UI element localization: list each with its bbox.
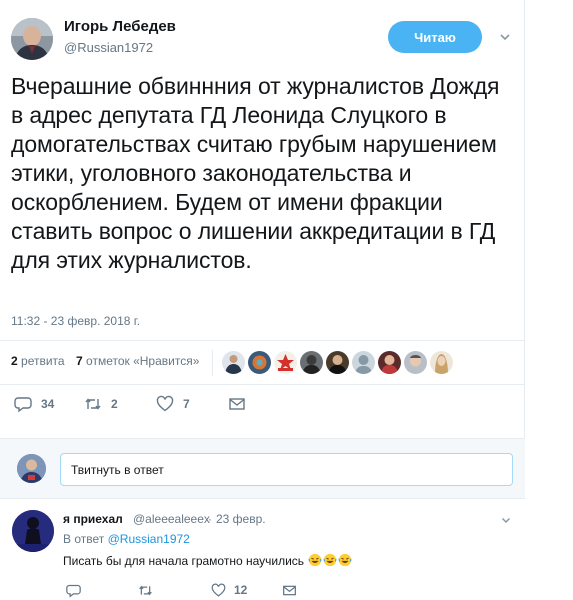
reply-text: Писать бы для начала грамотно научились [63, 553, 352, 568]
liker-avatar[interactable] [352, 351, 375, 374]
chevron-down-icon[interactable] [500, 513, 512, 525]
reply-count: 34 [41, 397, 55, 411]
tweet-timestamp[interactable]: 11:32 - 23 февр. 2018 г. [11, 314, 140, 328]
envelope-icon [229, 398, 245, 410]
reply-author-avatar[interactable] [12, 510, 54, 552]
reply-author-handle[interactable]: @aleeealeeex [133, 512, 210, 526]
separator-dot: · [208, 512, 212, 526]
reply-icon [14, 397, 32, 413]
laughing-tears-emoji-icon [338, 553, 352, 567]
liker-avatar[interactable] [430, 351, 453, 374]
retweet-stat-count: 2 [11, 354, 18, 368]
author-handle[interactable]: @Russian1972 [64, 40, 153, 55]
liker-avatar[interactable] [248, 351, 271, 374]
reply-direct-message-button[interactable] [282, 581, 297, 599]
tweet-text: Вчерашние обвиннния от журналистов Дождя… [11, 73, 500, 273]
laughing-tears-emoji-icon [323, 553, 337, 567]
reply-author-name[interactable]: я приехал [63, 512, 123, 526]
liker-avatar[interactable] [378, 351, 401, 374]
direct-message-button[interactable] [228, 392, 246, 416]
reply-retweet-button[interactable] [138, 581, 161, 599]
laughing-tears-emoji-icon [308, 553, 322, 567]
like-stat-count: 7 [76, 354, 83, 368]
liker-avatar[interactable] [300, 351, 323, 374]
tweet-actions: 34 2 7 [0, 392, 525, 416]
reply-date[interactable]: 23 февр. [216, 512, 266, 526]
reply-like-count: 12 [234, 583, 248, 597]
reply-composer: Твитнуть в ответ [0, 438, 525, 499]
retweet-icon [139, 585, 152, 595]
like-button[interactable]: 7 [156, 392, 190, 416]
retweet-icon [85, 398, 101, 410]
tweet-stats: 2 ретвита 7 отметок «Нравится» [0, 340, 525, 385]
follow-button[interactable]: Читаю [388, 21, 482, 53]
tweet-card: Игорь Лебедев @Russian1972 Читаю Вчерашн… [0, 0, 525, 438]
retweet-stat-label: ретвита [21, 354, 65, 368]
in-reply-handle-link[interactable]: @Russian1972 [108, 532, 190, 546]
like-count: 7 [183, 397, 190, 411]
liker-avatar[interactable] [222, 351, 245, 374]
reply-like-button[interactable]: 12 [211, 581, 247, 599]
envelope-icon [283, 585, 296, 595]
retweet-stat[interactable]: 2 ретвита [11, 354, 65, 368]
like-stat[interactable]: 7 отметок «Нравится» [76, 354, 199, 368]
liker-avatar[interactable] [274, 351, 297, 374]
chevron-down-icon[interactable] [498, 30, 512, 44]
author-name[interactable]: Игорь Лебедев [64, 18, 176, 35]
reply-icon [66, 584, 81, 598]
heart-icon [211, 583, 226, 597]
reply-tweet: я приехал @aleeealeeex · 23 февр. В отве… [0, 499, 525, 600]
reply-input[interactable]: Твитнуть в ответ [60, 453, 513, 486]
in-reply-to: В ответ @Russian1972 [63, 532, 190, 546]
divider [212, 350, 213, 376]
retweet-count: 2 [111, 397, 118, 411]
liker-avatar[interactable] [404, 351, 427, 374]
liker-avatar[interactable] [326, 351, 349, 374]
reply-text-body: Писать бы для начала грамотно научились [63, 554, 305, 568]
reply-actions: 12 [0, 581, 525, 599]
like-stat-label: отметок «Нравится» [86, 354, 200, 368]
author-avatar[interactable] [11, 18, 53, 60]
retweet-button[interactable]: 2 [84, 392, 118, 416]
reply-button[interactable]: 34 [14, 392, 54, 416]
heart-icon [156, 395, 174, 412]
reply-reply-button[interactable] [66, 581, 89, 599]
current-user-avatar[interactable] [17, 454, 46, 483]
in-reply-prefix: В ответ [63, 532, 105, 546]
